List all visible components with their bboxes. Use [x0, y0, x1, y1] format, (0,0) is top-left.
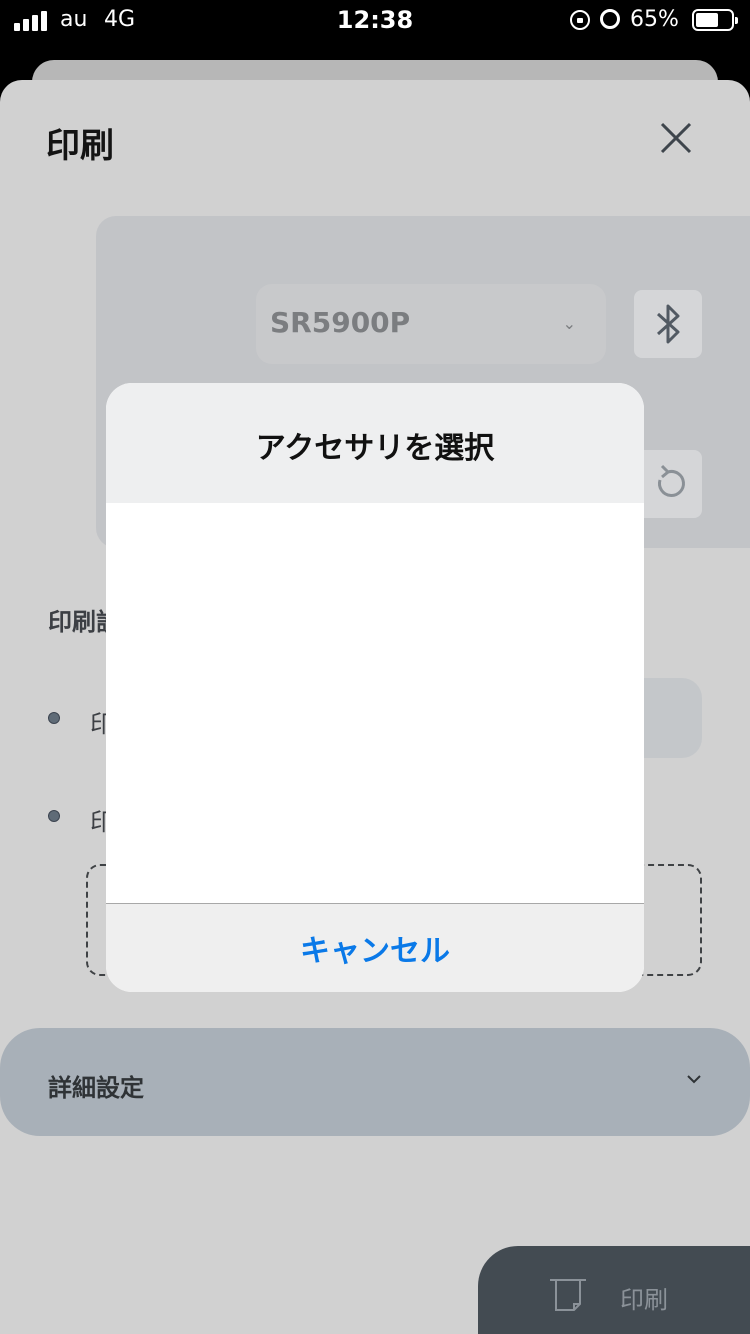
orientation-lock-icon — [570, 10, 590, 30]
accessory-list[interactable] — [106, 503, 644, 903]
refresh-icon — [658, 464, 685, 497]
battery-level-fill — [696, 13, 718, 27]
accessory-picker-dialog: アクセサリを選択 キャンセル — [106, 383, 644, 992]
cancel-button[interactable]: キャンセル — [106, 926, 644, 970]
battery-icon — [692, 9, 738, 31]
bluetooth-button[interactable] — [634, 290, 702, 358]
dialog-title: アクセサリを選択 — [255, 431, 495, 466]
printer-select-value: SR5900P — [270, 306, 411, 339]
chevron-down-icon: ⌄ — [562, 314, 576, 333]
dialog-header: アクセサリを選択 — [106, 383, 644, 503]
details-settings-label: 詳細設定 — [48, 1074, 144, 1102]
close-icon[interactable] — [656, 118, 696, 158]
printer-icon — [550, 1279, 586, 1311]
bullet-dot — [48, 712, 60, 724]
battery-percentage: 65% — [630, 7, 679, 32]
refresh-button[interactable] — [634, 450, 702, 518]
chevron-down-icon — [687, 1075, 701, 1084]
bluetooth-icon — [656, 304, 680, 344]
print-button-label: 印刷 — [620, 1286, 668, 1314]
printer-select[interactable]: SR5900P ⌄ — [256, 284, 606, 364]
dialog-footer: キャンセル — [106, 904, 644, 992]
print-button[interactable]: 印刷 — [478, 1246, 750, 1334]
status-bar: au 4G 12:38 65% — [0, 0, 750, 40]
sheet-title: 印刷 — [46, 126, 114, 166]
bullet-dot — [48, 810, 60, 822]
alarm-icon — [600, 9, 620, 29]
details-settings-toggle[interactable]: 詳細設定 — [0, 1028, 750, 1136]
